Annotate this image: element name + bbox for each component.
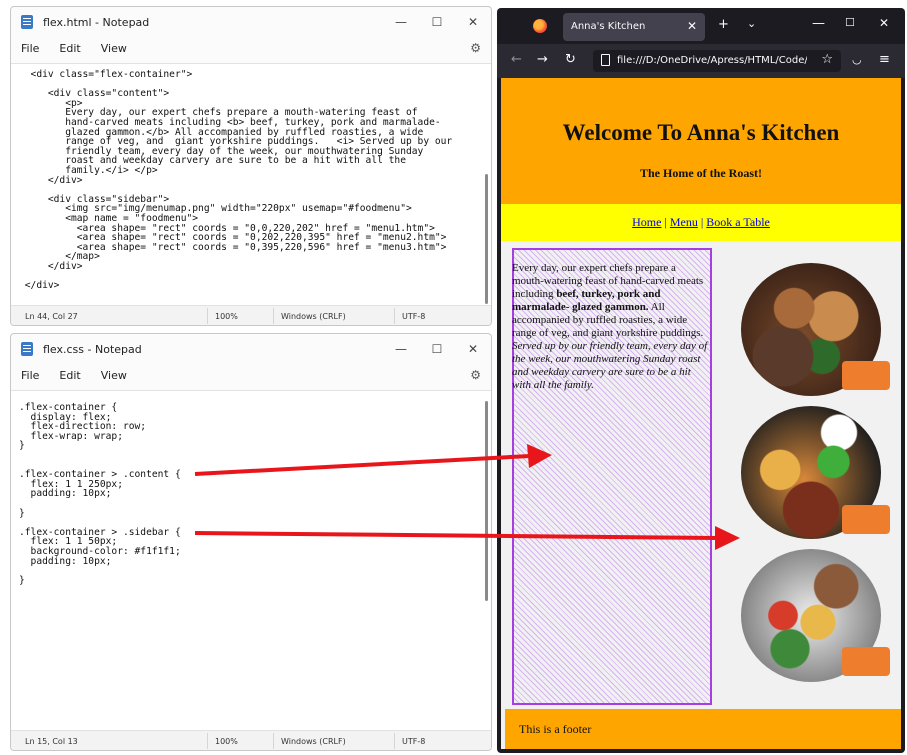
content-paragraph: Every day, our expert chefs prepare a mo… [512, 250, 710, 392]
tab-annas-kitchen[interactable]: Anna's Kitchen ✕ [563, 13, 705, 41]
menu-file[interactable]: File [21, 42, 39, 55]
notepad-css-menubar: File Edit View ⚙ [11, 364, 491, 386]
nav-separator: | [697, 215, 707, 229]
menu-edit[interactable]: Edit [59, 369, 80, 382]
web-page: Welcome To Anna's Kitchen The Home of th… [501, 78, 901, 749]
notepad-icon [21, 342, 33, 356]
sidebar-image-map [719, 241, 901, 711]
notepad-html-window: flex.html - Notepad — ☐ ✕ File Edit View… [10, 6, 492, 326]
firefox-logo-icon [533, 19, 547, 33]
html-code-text[interactable]: <div class="flex-container"> <div class=… [19, 70, 473, 291]
file-page-icon [601, 54, 610, 66]
line-ending: Windows (CRLF) [281, 312, 346, 321]
url-text[interactable]: file:///D:/OneDrive/Apress/HTML/Code/ [617, 55, 807, 66]
bookmark-star-icon[interactable]: ☆ [821, 52, 833, 67]
italic-closing-text: Served up by our friendly team, every da… [512, 340, 708, 391]
maximize-icon[interactable]: ☐ [419, 342, 455, 356]
close-icon[interactable]: ✕ [455, 15, 491, 29]
encoding: UTF-8 [402, 737, 426, 746]
zoom-level: 100% [215, 312, 238, 321]
tab-list-chevron-icon[interactable]: ⌄ [747, 17, 756, 30]
close-icon[interactable]: ✕ [879, 16, 889, 30]
firefox-window: Anna's Kitchen ✕ + ⌄ — ☐ ✕ ← → ↻ file://… [497, 8, 905, 753]
close-icon[interactable]: ✕ [455, 342, 491, 356]
line-ending: Windows (CRLF) [281, 737, 346, 746]
minimize-icon[interactable]: — [383, 342, 419, 356]
maximize-icon[interactable]: ☐ [845, 16, 855, 29]
notepad-icon [21, 15, 33, 29]
navigation-toolbar: ← → ↻ file:///D:/OneDrive/Apress/HTML/Co… [497, 44, 905, 78]
close-tab-icon[interactable]: ✕ [687, 19, 697, 33]
page-subtitle: The Home of the Roast! [640, 166, 762, 180]
nav-bar: Home | Menu | Book a Table [501, 204, 901, 241]
vertical-scrollbar[interactable] [485, 401, 488, 601]
new-tab-icon[interactable]: + [718, 17, 729, 32]
menu-view[interactable]: View [101, 42, 127, 55]
nav-separator: | [661, 215, 670, 229]
notepad-css-titlebar[interactable]: flex.css - Notepad — ☐ ✕ [11, 334, 491, 364]
forward-arrow-icon[interactable]: → [537, 52, 548, 67]
zoom-level: 100% [215, 737, 238, 746]
menu-view[interactable]: View [101, 369, 127, 382]
notepad-css-editor[interactable]: .flex-container { display: flex; flex-di… [11, 390, 491, 730]
page-header: Welcome To Anna's Kitchen The Home of th… [501, 78, 901, 204]
app-menu-hamburger-icon[interactable]: ≡ [879, 52, 890, 67]
window-title: flex.html - Notepad [43, 15, 150, 29]
settings-gear-icon[interactable]: ⚙ [470, 41, 481, 55]
menu-edit[interactable]: Edit [59, 42, 80, 55]
nav-link-menu[interactable]: Menu [670, 215, 698, 229]
menu-file[interactable]: File [21, 369, 39, 382]
reload-icon[interactable]: ↻ [565, 52, 576, 67]
vertical-scrollbar[interactable] [485, 174, 488, 304]
notepad-css-window: flex.css - Notepad — ☐ ✕ File Edit View … [10, 333, 492, 751]
desktop: flex.html - Notepad — ☐ ✕ File Edit View… [0, 0, 907, 755]
cursor-position: Ln 15, Col 13 [25, 737, 78, 746]
menu-button-2[interactable] [842, 505, 890, 534]
page-footer: This is a footer [505, 709, 901, 749]
tab-title: Anna's Kitchen [571, 21, 646, 32]
menu-button-1[interactable] [842, 361, 890, 390]
back-arrow-icon[interactable]: ← [511, 52, 522, 67]
notepad-css-statusbar: Ln 15, Col 13 100% Windows (CRLF) UTF-8 [11, 730, 491, 750]
encoding: UTF-8 [402, 312, 426, 321]
cursor-position: Ln 44, Col 27 [25, 312, 78, 321]
tab-bar: Anna's Kitchen ✕ + ⌄ — ☐ ✕ [497, 8, 905, 44]
menu-button-3[interactable] [842, 647, 890, 676]
settings-gear-icon[interactable]: ⚙ [470, 368, 481, 382]
nav-link-book-a-table[interactable]: Book a Table [706, 215, 770, 229]
css-code-text[interactable]: .flex-container { display: flex; flex-di… [19, 403, 473, 585]
notepad-html-titlebar[interactable]: flex.html - Notepad — ☐ ✕ [11, 7, 491, 37]
address-bar[interactable]: file:///D:/OneDrive/Apress/HTML/Code/ ☆ [593, 50, 841, 72]
notepad-html-editor[interactable]: <div class="flex-container"> <div class=… [11, 63, 491, 305]
maximize-icon[interactable]: ☐ [419, 15, 455, 29]
content-section: Every day, our expert chefs prepare a mo… [512, 248, 712, 705]
page-title: Welcome To Anna's Kitchen [562, 120, 840, 145]
nav-link-home[interactable]: Home [632, 215, 661, 229]
minimize-icon[interactable]: — [383, 15, 419, 29]
notepad-html-statusbar: Ln 44, Col 27 100% Windows (CRLF) UTF-8 [11, 305, 491, 325]
window-title: flex.css - Notepad [43, 342, 142, 356]
pocket-icon[interactable]: ◡ [852, 53, 862, 66]
minimize-icon[interactable]: — [812, 16, 825, 31]
notepad-html-menubar: File Edit View ⚙ [11, 37, 491, 59]
